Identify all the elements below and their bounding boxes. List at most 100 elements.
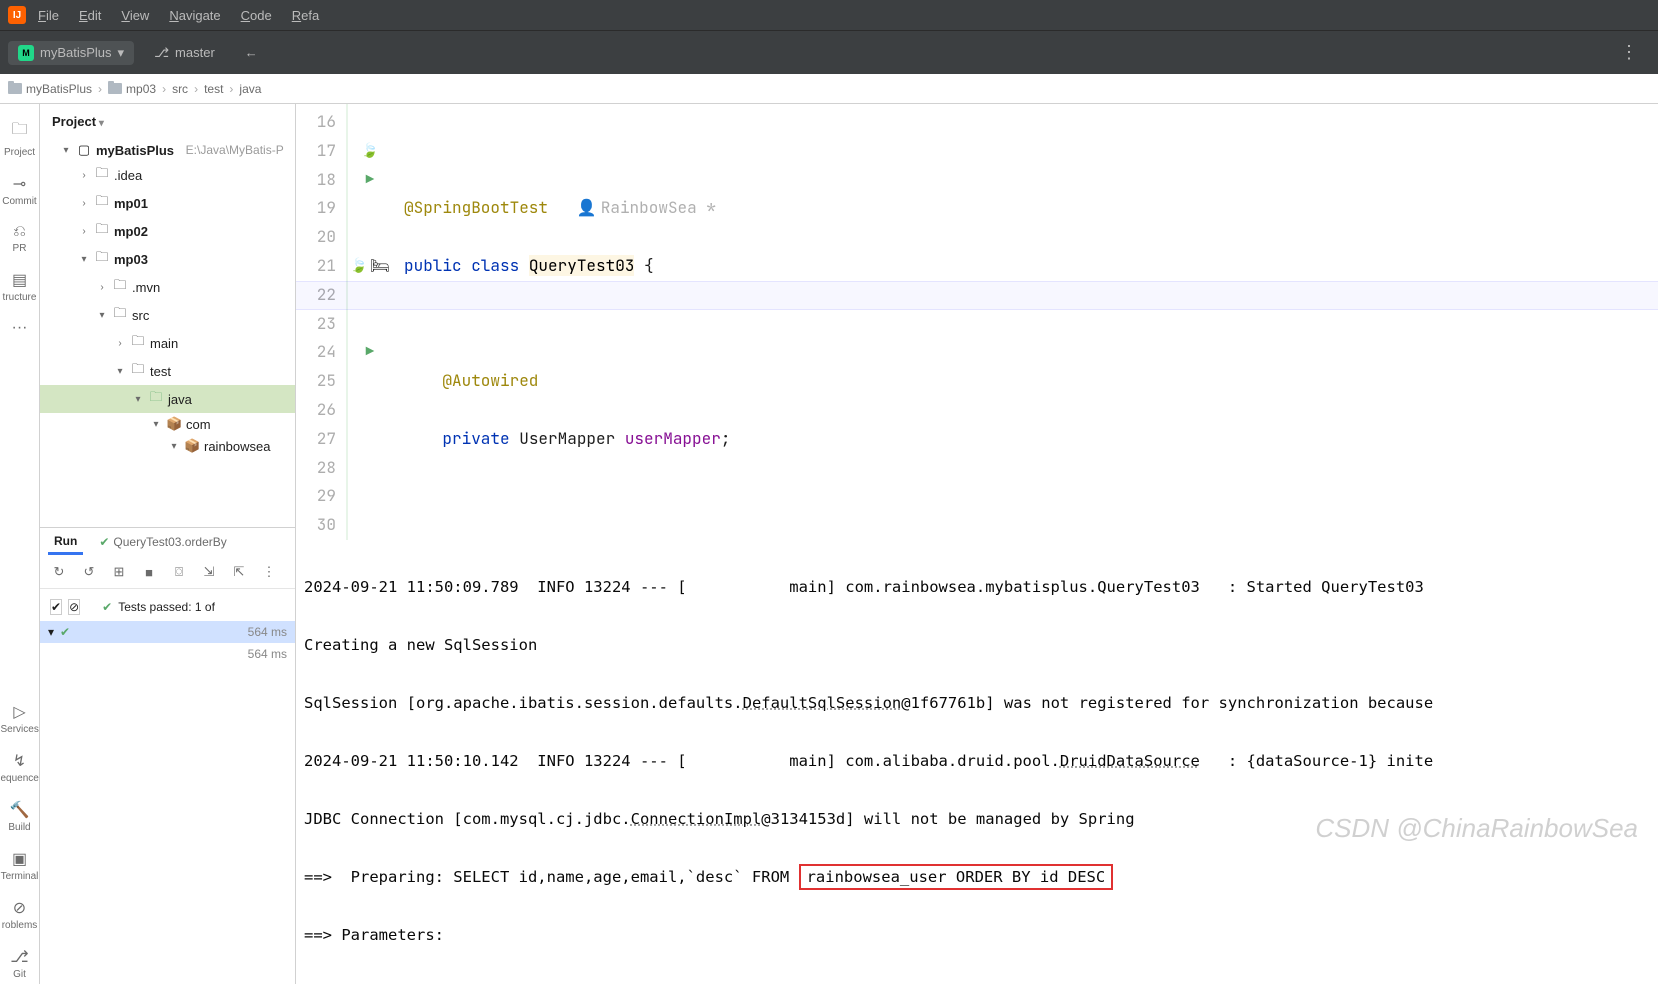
navigation-bar: M myBatisPlus ▾ ⎇ master ← ⋮ bbox=[0, 30, 1658, 74]
module-icon: ▢ bbox=[76, 142, 92, 158]
run-test-icon[interactable]: ▶ bbox=[366, 166, 374, 195]
folder-icon: 🗀 bbox=[112, 276, 128, 298]
bean-icon[interactable]: 🍃 bbox=[350, 252, 367, 281]
show-passed-toggle[interactable]: ✔ bbox=[50, 599, 62, 615]
branch-name: master bbox=[175, 45, 215, 60]
line-number-gutter: 1617181920212223242526272829303132333435 bbox=[296, 104, 348, 540]
rerun-icon[interactable]: ↻ bbox=[48, 561, 70, 583]
breadcrumb-item[interactable]: src bbox=[172, 82, 188, 96]
vcs-branch-widget[interactable]: ⎇ master bbox=[146, 41, 223, 65]
menu-view[interactable]: View bbox=[113, 8, 157, 23]
test-duration: 564 ms bbox=[248, 647, 287, 661]
tree-item[interactable]: ›🗀main bbox=[40, 329, 295, 357]
play-icon: ▷ bbox=[1, 702, 39, 722]
tool-terminal[interactable]: ▣Terminal bbox=[1, 845, 39, 886]
code-content[interactable]: @SpringBootTest 👤RainbowSea * public cla… bbox=[392, 104, 1658, 540]
folder-icon: 🗀 bbox=[94, 220, 110, 242]
console-line: JDBC Connection [com.mysql.cj.jdbc.Conne… bbox=[304, 805, 1650, 834]
tool-build[interactable]: 🔨Build bbox=[1, 796, 39, 837]
tree-item[interactable]: ›🗀mp02 bbox=[40, 217, 295, 245]
test-filter-row: ✔ ⊘ ✔ Tests passed: 1 of bbox=[40, 593, 295, 621]
tool-problems[interactable]: ⊘roblems bbox=[1, 894, 39, 935]
tree-item[interactable]: ›🗀.mvn bbox=[40, 273, 295, 301]
stop-icon[interactable]: ■ bbox=[138, 561, 160, 583]
tool-commit[interactable]: ⊸Commit bbox=[1, 170, 39, 211]
terminal-icon: ▣ bbox=[1, 849, 39, 869]
chevron-right-icon: › bbox=[98, 82, 102, 96]
toggle-icon[interactable]: ⊞ bbox=[108, 561, 130, 583]
tree-item[interactable]: ▾🗀test bbox=[40, 357, 295, 385]
commit-icon: ⊸ bbox=[1, 174, 39, 194]
warning-icon: ⊘ bbox=[1, 898, 39, 918]
run-test-icon[interactable]: ▶ bbox=[366, 338, 374, 367]
tool-more[interactable]: ··· bbox=[1, 315, 39, 343]
nav-back-button[interactable]: ← bbox=[235, 41, 268, 64]
chevron-right-icon: › bbox=[194, 82, 198, 96]
folder-icon: 🗀 bbox=[148, 388, 164, 410]
folder-icon: 🗀 bbox=[130, 332, 146, 354]
breadcrumb-item[interactable]: myBatisPlus bbox=[8, 82, 92, 96]
tool-pr[interactable]: ⎌PR bbox=[1, 219, 39, 258]
tool-structure[interactable]: ▤tructure bbox=[1, 266, 39, 307]
breadcrumb: myBatisPlus › mp03 › src › test › java bbox=[0, 74, 1658, 104]
package-icon: 📦 bbox=[184, 438, 200, 454]
more-actions-icon[interactable]: ⋮ bbox=[1608, 42, 1650, 63]
tool-run[interactable]: ▷Services bbox=[1, 698, 39, 739]
project-tool-window: Project ▾▢myBatisPlus E:\Java\MyBatis-P … bbox=[40, 104, 296, 984]
menu-code[interactable]: Code bbox=[233, 8, 280, 23]
breadcrumb-item[interactable]: mp03 bbox=[108, 82, 156, 96]
tree-item-selected[interactable]: ▾🗀java bbox=[40, 385, 295, 413]
project-view-title[interactable]: Project bbox=[40, 104, 295, 139]
console-output[interactable]: 2024-09-21 11:50:09.789 INFO 13224 --- [… bbox=[296, 540, 1658, 984]
folder-icon: 🗀 bbox=[112, 304, 128, 326]
menu-refactor[interactable]: Refa bbox=[284, 8, 327, 23]
run-config-tab[interactable]: ✔QueryTest03.orderBy bbox=[93, 531, 232, 553]
console-line: ==> Parameters: bbox=[304, 921, 1650, 950]
console-line: 2024-09-21 11:50:09.789 INFO 13224 --- [… bbox=[304, 573, 1650, 602]
structure-icon: ▤ bbox=[1, 270, 39, 290]
project-selector[interactable]: M myBatisPlus ▾ bbox=[8, 41, 134, 65]
tree-root[interactable]: ▾▢myBatisPlus E:\Java\MyBatis-P bbox=[40, 139, 295, 161]
branch-icon: ⎇ bbox=[154, 45, 169, 61]
tool-window-bar-left: 🗀Project ⊸Commit ⎌PR ▤tructure ··· ▷Serv… bbox=[0, 104, 40, 984]
screenshot-icon[interactable]: ⌼ bbox=[168, 561, 190, 583]
tree-item[interactable]: ▾📦rainbowsea bbox=[40, 435, 295, 457]
chevron-right-icon: › bbox=[162, 82, 166, 96]
tree-item[interactable]: ▾🗀src bbox=[40, 301, 295, 329]
test-duration: 564 ms bbox=[248, 625, 287, 639]
menu-file[interactable]: File bbox=[30, 8, 67, 23]
check-icon: ✔ bbox=[102, 600, 112, 614]
folder-icon: 🗀 bbox=[94, 192, 110, 214]
sequence-icon: ↯ bbox=[1, 751, 39, 771]
check-icon: ✔ bbox=[60, 625, 70, 639]
project-tree[interactable]: ▾▢myBatisPlus E:\Java\MyBatis-P ›🗀.idea … bbox=[40, 139, 295, 527]
tool-project[interactable]: 🗀Project bbox=[1, 114, 39, 162]
chevron-right-icon: › bbox=[229, 82, 233, 96]
more-icon[interactable]: ⋮ bbox=[258, 561, 280, 583]
menu-navigate[interactable]: Navigate bbox=[161, 8, 228, 23]
console-line: <== Columns: id, name, age, email, desc bbox=[304, 979, 1650, 984]
nav-icon[interactable]: 🛏 bbox=[370, 252, 390, 281]
folder-icon bbox=[8, 83, 22, 94]
test-result-row[interactable]: ▾ ✔ 564 ms bbox=[40, 621, 295, 643]
tree-item[interactable]: ▾📦com bbox=[40, 413, 295, 435]
sql-highlight: rainbowsea_user ORDER BY id DESC bbox=[799, 864, 1114, 890]
code-editor[interactable]: 1617181920212223242526272829303132333435… bbox=[296, 104, 1658, 540]
tool-sequence[interactable]: ↯equence bbox=[1, 747, 39, 788]
menu-edit[interactable]: Edit bbox=[71, 8, 109, 23]
leaf-icon[interactable]: 🍃 bbox=[361, 137, 378, 166]
export-icon[interactable]: ⇲ bbox=[198, 561, 220, 583]
tree-item[interactable]: ›🗀mp01 bbox=[40, 189, 295, 217]
tool-git[interactable]: ⎇Git bbox=[1, 943, 39, 984]
console-line: 2024-09-21 11:50:10.142 INFO 13224 --- [… bbox=[304, 747, 1650, 776]
breadcrumb-item[interactable]: java bbox=[239, 82, 261, 96]
app-logo: IJ bbox=[8, 6, 26, 24]
import-icon[interactable]: ⇱ bbox=[228, 561, 250, 583]
test-result-row[interactable]: 564 ms bbox=[40, 643, 295, 665]
run-tab[interactable]: Run bbox=[48, 530, 83, 555]
rerun-failed-icon[interactable]: ↺ bbox=[78, 561, 100, 583]
tree-item[interactable]: ›🗀.idea bbox=[40, 161, 295, 189]
show-ignored-toggle[interactable]: ⊘ bbox=[68, 599, 80, 615]
breadcrumb-item[interactable]: test bbox=[204, 82, 223, 96]
tree-item[interactable]: ▾🗀mp03 bbox=[40, 245, 295, 273]
